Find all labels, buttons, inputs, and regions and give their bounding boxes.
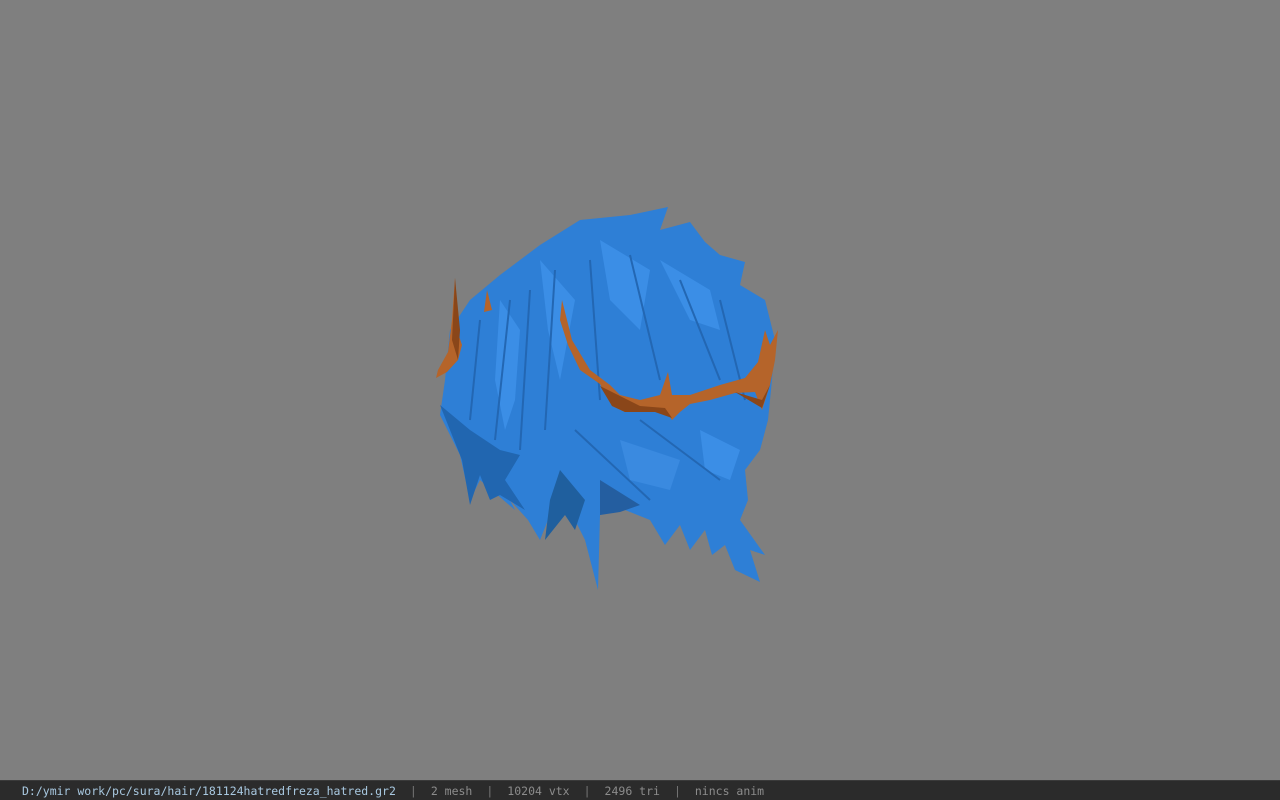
3d-viewport[interactable] xyxy=(0,0,1280,780)
animation-status: nincs anim xyxy=(694,783,765,798)
separator: | xyxy=(486,783,494,798)
separator: | xyxy=(583,783,591,798)
status-bar: D:/ymir work/pc/sura/hair/181124hatredfr… xyxy=(0,780,1280,800)
separator: | xyxy=(673,783,681,798)
file-path: D:/ymir work/pc/sura/hair/181124hatredfr… xyxy=(22,783,396,798)
model-render xyxy=(436,207,778,590)
vertex-count: 10204 vtx xyxy=(507,783,570,798)
separator: | xyxy=(409,783,417,798)
triangle-count: 2496 tri xyxy=(604,783,660,798)
mesh-count: 2 mesh xyxy=(430,783,473,798)
